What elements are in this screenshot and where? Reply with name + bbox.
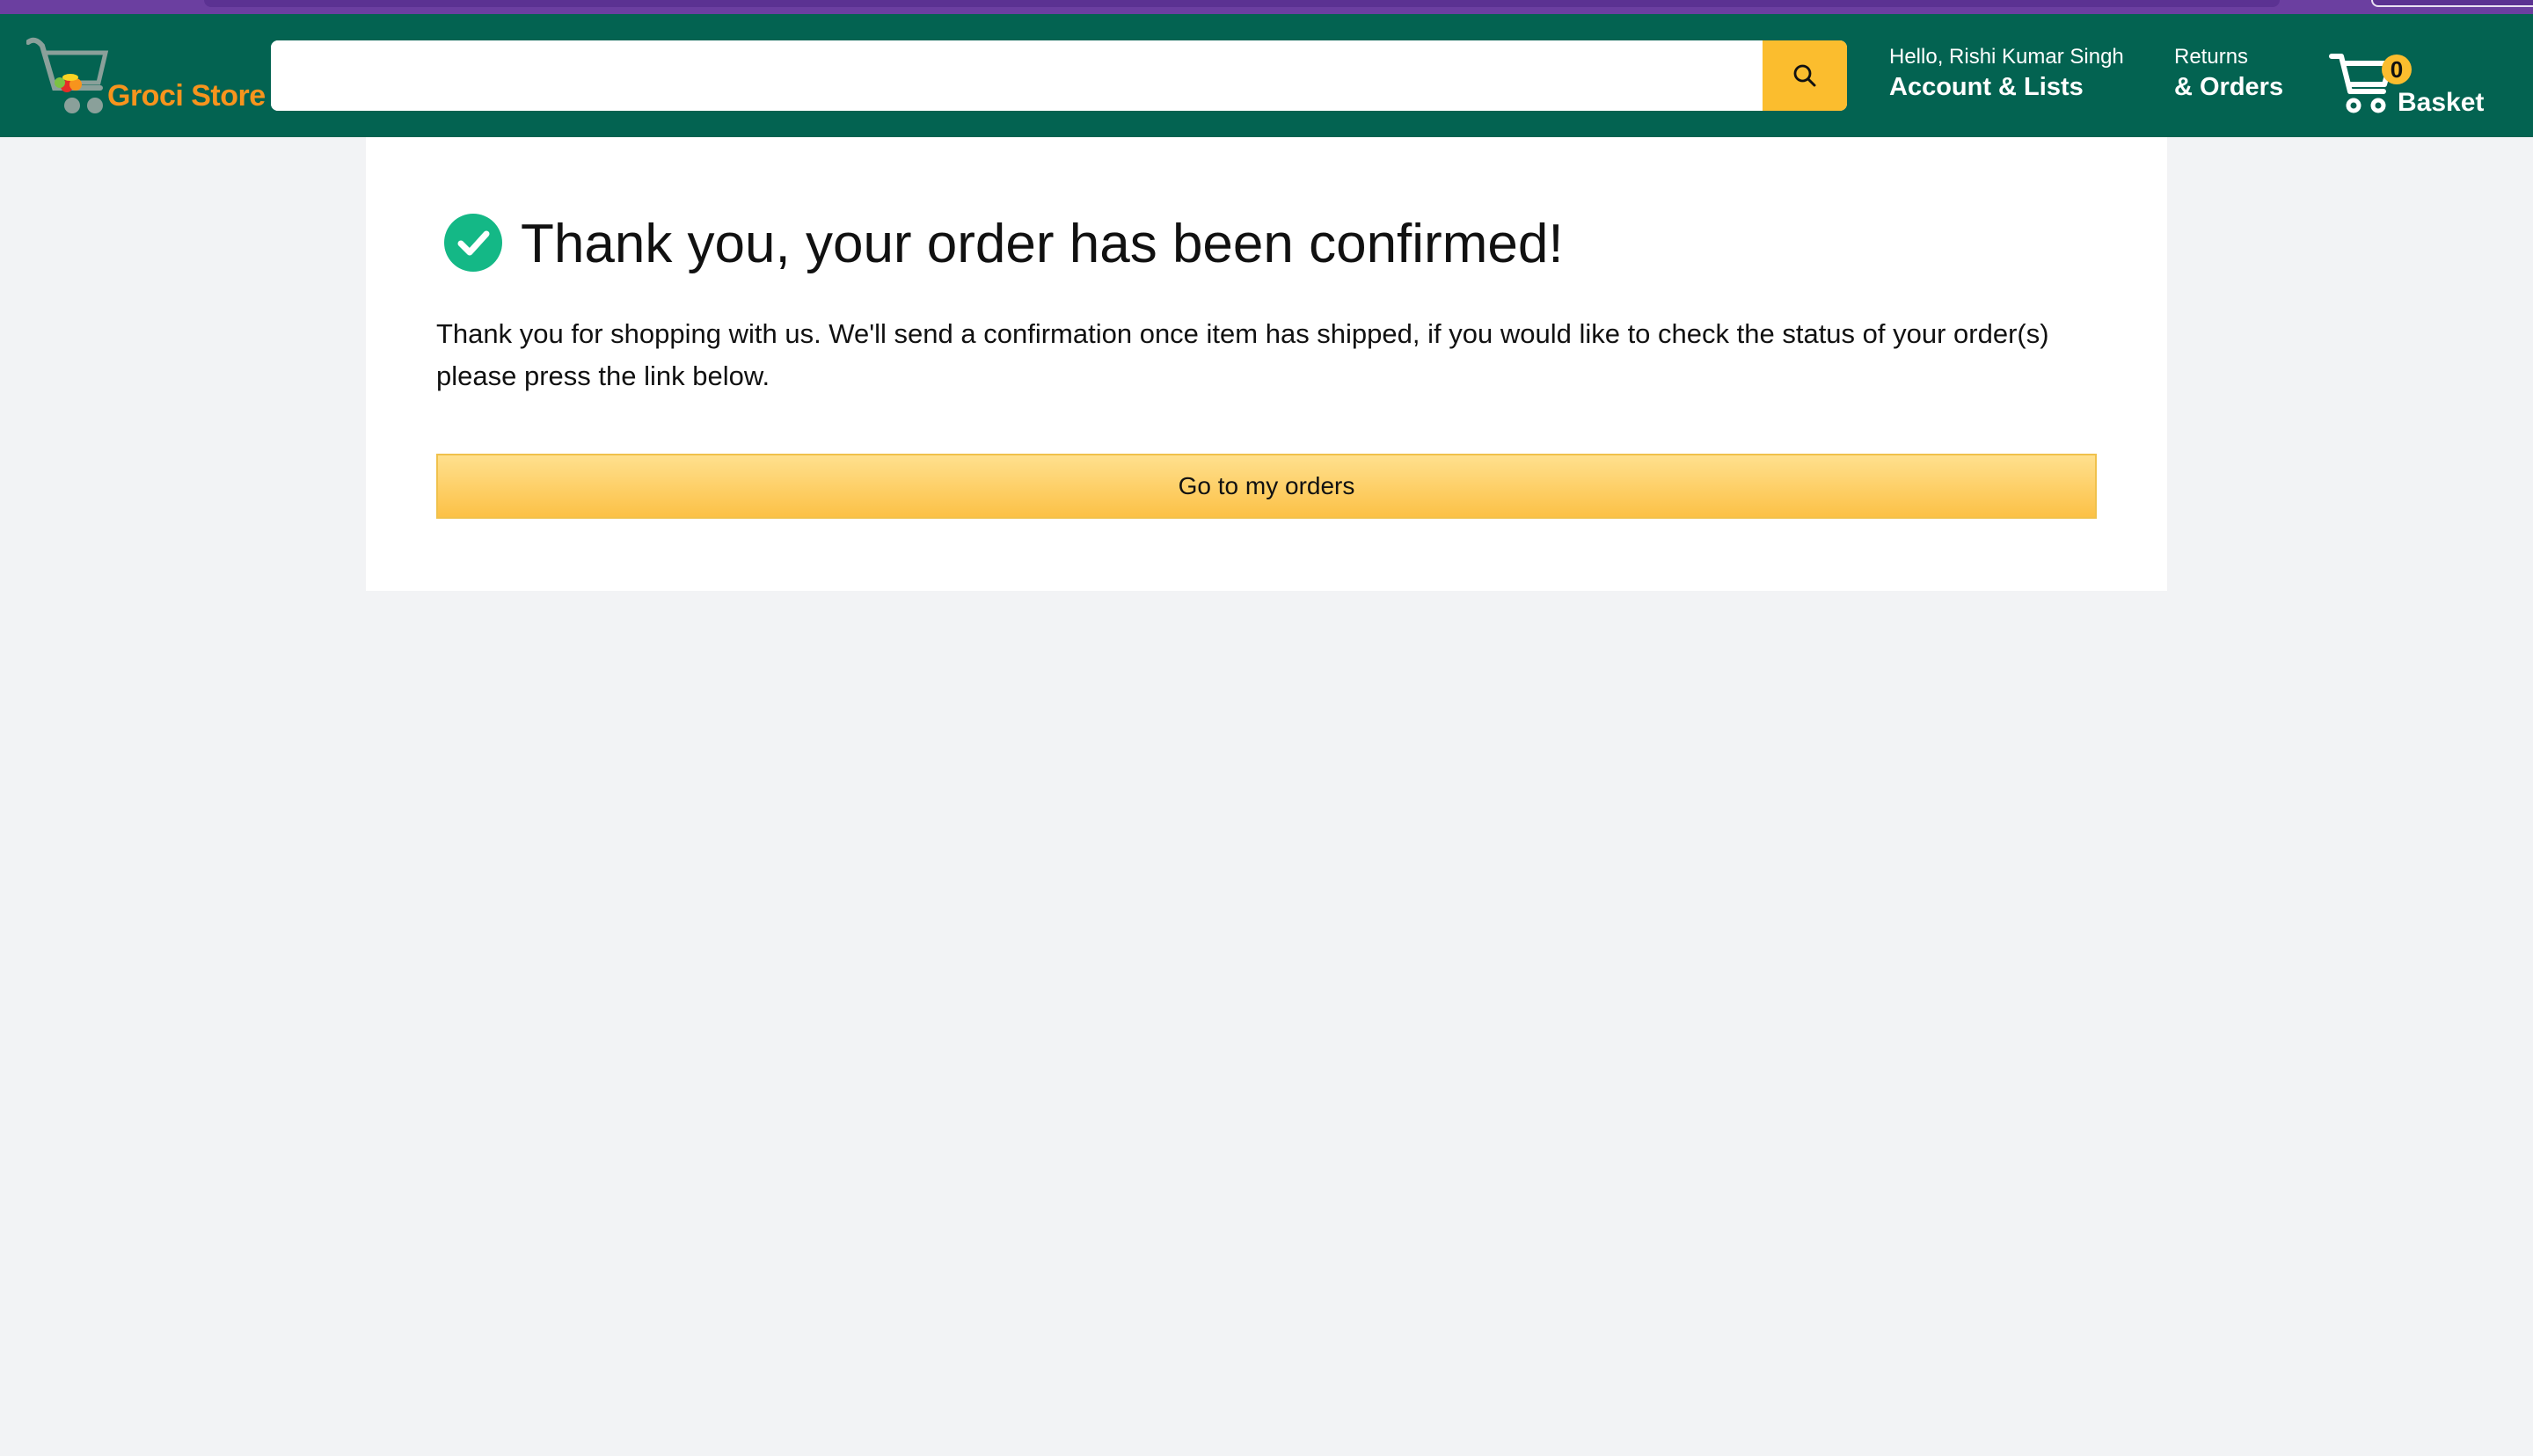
- basket-button[interactable]: 0 Basket: [2329, 37, 2514, 117]
- basket-label: Basket: [2398, 88, 2485, 117]
- confirmation-title: Thank you, your order has been confirmed…: [521, 214, 1564, 274]
- account-lists-label: Account & Lists: [1889, 73, 2084, 101]
- order-confirmation-card: Thank you, your order has been confirmed…: [366, 137, 2167, 591]
- go-to-orders-button[interactable]: Go to my orders: [436, 454, 2097, 519]
- site-header: Groci Store Hello, Rishi Kumar Singh Acc…: [0, 14, 2533, 137]
- search-input[interactable]: [271, 40, 1763, 111]
- search-button[interactable]: [1763, 40, 1847, 111]
- top-strip-bar: [204, 0, 2280, 7]
- returns-label: Returns: [2174, 45, 2249, 69]
- account-menu[interactable]: Hello, Rishi Kumar Singh Account & Lists: [1889, 44, 2124, 104]
- logo-text: Groci Store: [107, 79, 266, 113]
- top-strip-tab: [2371, 0, 2533, 7]
- basket-count-badge: 0: [2382, 55, 2412, 84]
- search-icon: [1793, 64, 1816, 87]
- confirmation-message: Thank you for shopping with us. We'll se…: [436, 318, 2049, 391]
- returns-orders-link[interactable]: Returns & Orders: [2174, 44, 2283, 104]
- orders-label: & Orders: [2174, 73, 2284, 101]
- browser-top-strip: [0, 0, 2533, 14]
- cart-logo-icon: [26, 37, 109, 113]
- search-bar: [271, 40, 1847, 111]
- check-circle-icon: [444, 214, 502, 272]
- account-greeting: Hello, Rishi Kumar Singh: [1889, 45, 2124, 69]
- store-logo[interactable]: Groci Store: [26, 33, 266, 118]
